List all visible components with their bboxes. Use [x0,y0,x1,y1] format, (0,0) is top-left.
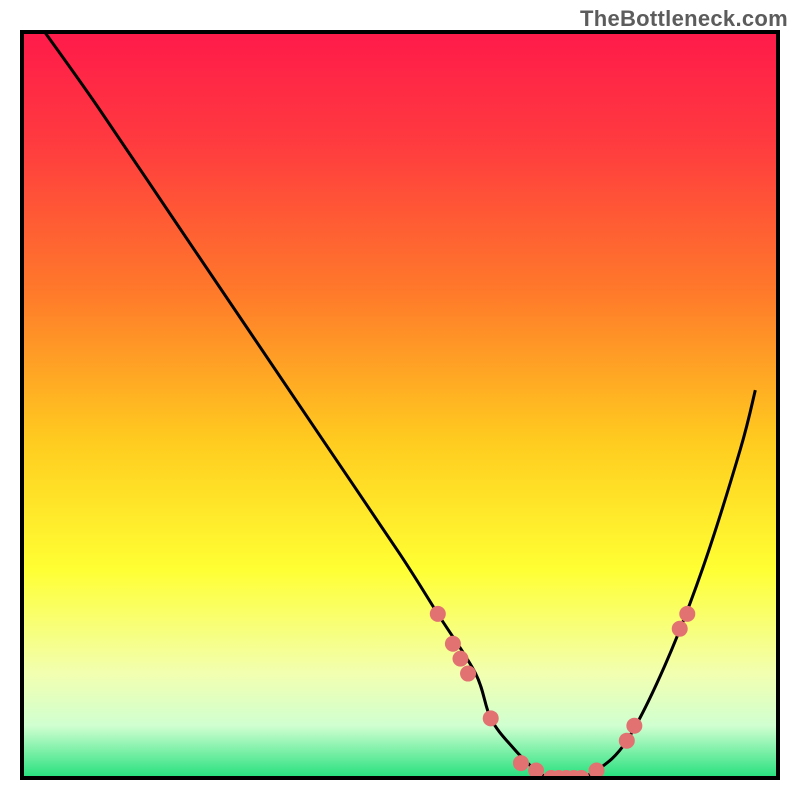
bottleneck-chart [0,0,800,800]
watermark-text: TheBottleneck.com [580,6,788,32]
chart-container: TheBottleneck.com [0,0,800,800]
data-marker [483,710,499,726]
data-marker [626,718,642,734]
data-marker [672,621,688,637]
data-marker [460,666,476,682]
data-marker [513,755,529,771]
data-marker [430,606,446,622]
data-marker [679,606,695,622]
data-marker [445,636,461,652]
data-marker [452,651,468,667]
data-marker [619,733,635,749]
